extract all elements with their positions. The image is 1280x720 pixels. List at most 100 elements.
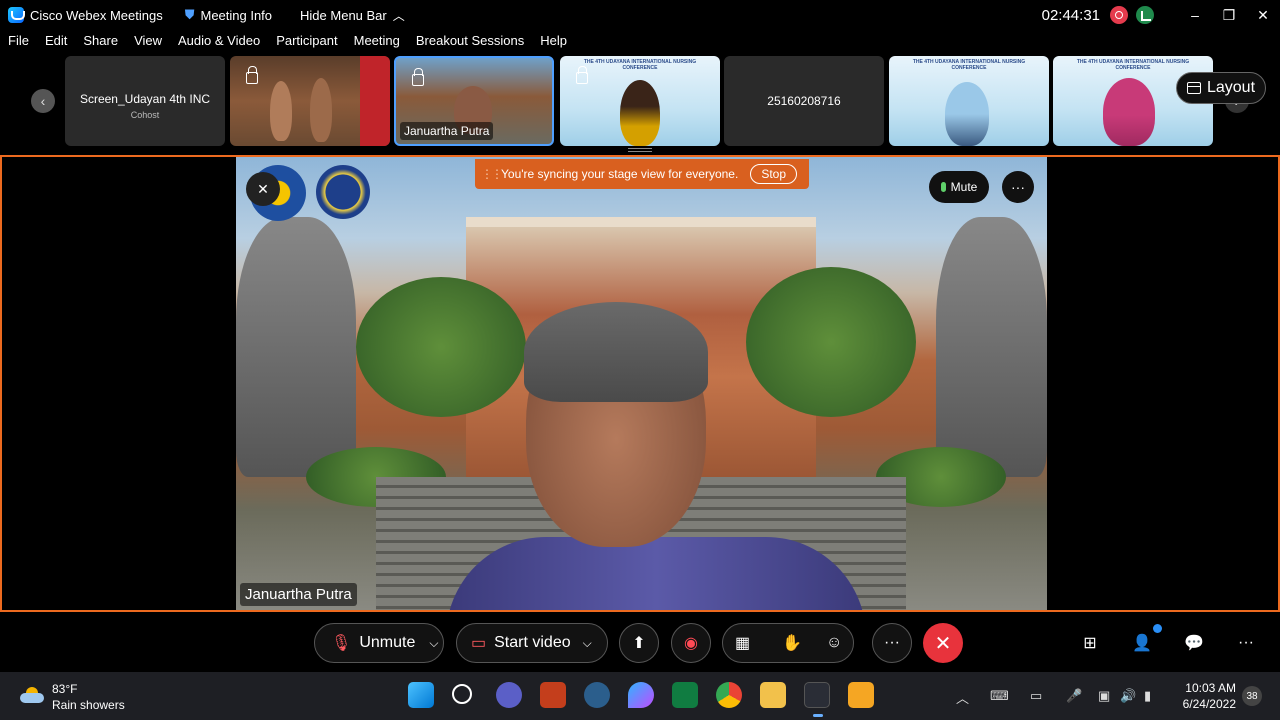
minimize-button[interactable]: –	[1178, 0, 1212, 30]
participant-tile-januartha[interactable]: Januartha Putra	[394, 56, 554, 146]
stage-view: ✕ Mute ··· Januartha Putra ⋮⋮ You're syn…	[0, 155, 1280, 612]
sync-message: You're syncing your stage view for every…	[501, 167, 739, 181]
speaker-body	[446, 537, 866, 610]
chevron-down-icon[interactable]: ⌵	[583, 636, 592, 651]
filmstrip-resize-handle[interactable]	[628, 148, 652, 152]
menu-meeting[interactable]: Meeting	[354, 33, 400, 55]
weather-temperature[interactable]: 83°F	[52, 682, 77, 696]
taskbar-time[interactable]: 10:03 AM	[1180, 681, 1236, 695]
participant-filmstrip: ‹ Screen_Udayan 4th INC Cohost Januartha…	[0, 56, 1280, 148]
chrome-icon[interactable]	[716, 682, 742, 708]
record-button[interactable]: ◉	[671, 623, 711, 663]
more-options-button[interactable]: ···	[872, 623, 912, 663]
powerpoint-icon[interactable]	[540, 682, 566, 708]
participant-tile-screen[interactable]: Screen_Udayan 4th INC Cohost	[65, 56, 225, 146]
taskbar-date[interactable]: 6/24/2022	[1176, 697, 1236, 711]
media-player-icon[interactable]	[848, 682, 874, 708]
start-video-button[interactable]: ▭ Start video ⌵	[456, 623, 608, 663]
apps-icon[interactable]: ⊞	[1079, 632, 1101, 654]
share-button[interactable]: ⬆	[619, 623, 659, 663]
person-graphic	[310, 78, 332, 142]
active-speaker-video[interactable]: ✕ Mute ··· Januartha Putra	[236, 157, 1047, 610]
record-icon: ◉	[684, 635, 698, 652]
menu-view[interactable]: View	[134, 33, 162, 55]
tile-name: Screen_Udayan 4th INC	[79, 92, 211, 106]
notification-count-badge[interactable]: 38	[1242, 686, 1262, 706]
unmute-label: Unmute	[359, 634, 416, 651]
battery-icon[interactable]: ▮	[1144, 688, 1151, 704]
statue-graphic	[236, 217, 356, 477]
menu-edit[interactable]: Edit	[45, 33, 67, 55]
person-graphic	[620, 80, 660, 146]
webex-taskbar-icon[interactable]	[804, 682, 830, 708]
close-button[interactable]: ✕	[1246, 0, 1280, 30]
participant-tile-video[interactable]	[230, 56, 390, 146]
search-icon[interactable]	[452, 684, 472, 704]
display-icon[interactable]: ▭	[1030, 688, 1042, 704]
microphone-muted-icon: 🎙	[331, 635, 352, 652]
chevron-up-icon: ︿	[392, 8, 405, 23]
windows-start-icon[interactable]	[408, 682, 434, 708]
app-name: Cisco Webex Meetings	[30, 7, 163, 23]
lock-icon	[412, 68, 424, 86]
mute-label: Mute	[950, 180, 978, 194]
chat-icon[interactable]: 💬	[1183, 632, 1205, 654]
hide-menu-bar-button[interactable]: Hide Menu Bar ︿	[300, 0, 405, 30]
layout-icon	[1186, 82, 1201, 94]
stop-sync-button[interactable]: Stop	[750, 164, 797, 184]
speaker-name-tag: Januartha Putra	[240, 583, 357, 606]
reactions-icon[interactable]: ☺	[826, 634, 842, 652]
more-panels-button[interactable]: ···	[1235, 632, 1257, 654]
tree-graphic	[356, 277, 526, 417]
tree-graphic	[746, 267, 916, 417]
unpin-icon[interactable]: ✕	[246, 172, 280, 206]
menu-share[interactable]: Share	[83, 33, 118, 55]
participant-tile-phone[interactable]: 25160208716	[724, 56, 884, 146]
layout-button[interactable]: Layout	[1176, 72, 1266, 104]
title-bar: Cisco Webex Meetings ⛊ Meeting Info Hide…	[0, 0, 1280, 30]
person-graphic	[270, 81, 292, 141]
participant-tile-video[interactable]: THE 4TH UDAYANA INTERNATIONAL NURSING CO…	[560, 56, 720, 146]
menu-help[interactable]: Help	[540, 33, 567, 55]
active-app-indicator	[813, 714, 823, 717]
menu-file[interactable]: File	[8, 33, 29, 55]
conference-banner: THE 4TH UDAYANA INTERNATIONAL NURSING CO…	[1076, 59, 1190, 71]
meeting-info-button[interactable]: ⛊ Meeting Info	[185, 0, 272, 30]
tray-overflow-icon[interactable]: ︿	[956, 688, 969, 707]
stage-more-options-button[interactable]: ···	[1002, 171, 1034, 203]
excel-icon[interactable]	[672, 682, 698, 708]
microphone-tray-icon[interactable]: 🎤	[1066, 688, 1082, 704]
apps-reactions-group: ▦ ✋ ☺	[722, 623, 854, 663]
settings-gear-icon[interactable]	[584, 682, 610, 708]
teams-chat-icon[interactable]	[496, 682, 522, 708]
apps-grid-icon[interactable]: ▦	[735, 633, 750, 653]
keyboard-icon[interactable]: ⌨	[990, 688, 1009, 704]
filmstrip-prev-button[interactable]: ‹	[31, 89, 55, 113]
menu-participant[interactable]: Participant	[276, 33, 337, 55]
drag-grip-icon[interactable]: ⋮⋮	[481, 167, 503, 181]
mute-participant-button[interactable]: Mute	[929, 171, 989, 203]
share-screen-icon: ⬆	[632, 635, 646, 652]
end-meeting-button[interactable]: ✕	[923, 623, 963, 663]
unmute-button[interactable]: 🎙 Unmute ⌵	[314, 623, 444, 663]
volume-icon[interactable]: 🔊	[1120, 688, 1136, 704]
participants-icon[interactable]: 👤	[1131, 632, 1153, 654]
raise-hand-icon[interactable]: ✋	[782, 633, 802, 653]
recording-indicator-icon[interactable]	[1110, 6, 1128, 24]
menu-breakout-sessions[interactable]: Breakout Sessions	[416, 33, 524, 55]
rain-cloud-icon[interactable]	[20, 685, 44, 705]
meeting-timer: 02:44:31	[1041, 6, 1100, 24]
network-health-icon[interactable]	[1136, 6, 1154, 24]
restore-button[interactable]: ❐	[1212, 0, 1246, 30]
app-title: Cisco Webex Meetings	[8, 0, 163, 30]
network-icon[interactable]: ▣	[1098, 688, 1110, 704]
participant-tile-video[interactable]: THE 4TH UDAYANA INTERNATIONAL NURSING CO…	[889, 56, 1049, 146]
paint-icon[interactable]	[628, 682, 654, 708]
weather-description[interactable]: Rain showers	[52, 698, 125, 712]
menu-audio-video[interactable]: Audio & Video	[178, 33, 260, 55]
file-explorer-icon[interactable]	[760, 682, 786, 708]
udayana-logo-icon	[316, 165, 370, 219]
chevron-down-icon[interactable]: ⌵	[429, 636, 438, 651]
conference-banner: THE 4TH UDAYANA INTERNATIONAL NURSING CO…	[583, 59, 697, 71]
person-graphic	[945, 82, 989, 146]
